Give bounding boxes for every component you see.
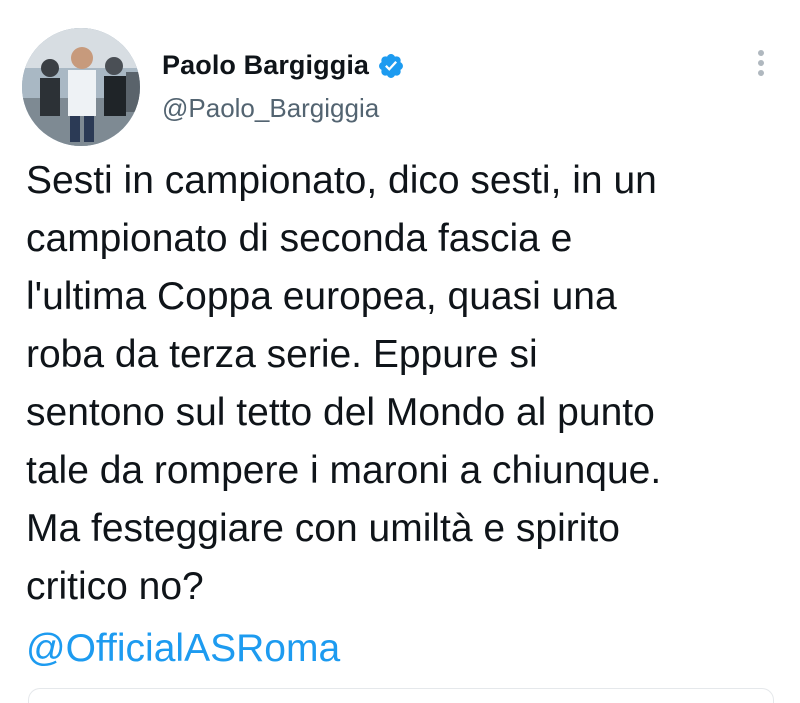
author-name-row[interactable]: Paolo Bargiggia [162,50,405,81]
verified-badge-icon [379,53,404,78]
mention-link[interactable]: @OfficialASRoma [26,620,340,678]
tweet-text: Sesti in campionato, dico sesti, in un c… [26,159,662,608]
card-bottom-edge [28,688,774,703]
tweet-card: Paolo Bargiggia @Paolo_Bargiggia Sesti i… [0,0,800,703]
more-vertical-icon[interactable] [746,46,776,86]
avatar[interactable] [22,28,140,146]
author-display-name[interactable]: Paolo Bargiggia [162,50,369,81]
author-handle[interactable]: @Paolo_Bargiggia [162,93,379,124]
